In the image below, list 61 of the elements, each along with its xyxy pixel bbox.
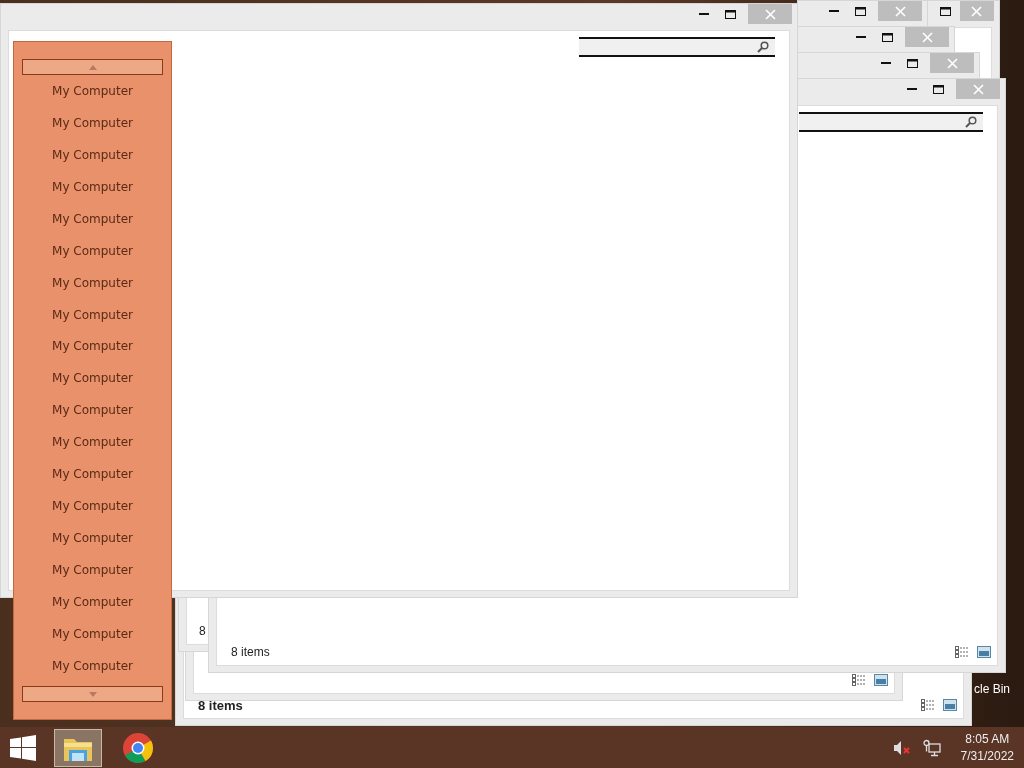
muted-speaker-icon[interactable]	[892, 739, 911, 756]
menu-item[interactable]: My Computer	[52, 147, 133, 162]
menu-item[interactable]: My Computer	[52, 115, 133, 130]
menu-item[interactable]: My Computer	[52, 83, 133, 98]
close-icon	[921, 31, 933, 43]
menu-item[interactable]: My Computer	[52, 594, 133, 609]
menu-item[interactable]: My Computer	[52, 211, 133, 226]
minimize-icon	[906, 87, 917, 91]
details-view-icon[interactable]	[921, 699, 935, 711]
maximize-icon	[882, 32, 893, 42]
close-icon	[972, 83, 984, 95]
menu-item[interactable]: My Computer	[52, 179, 133, 194]
item-count: 8 items	[198, 697, 243, 713]
menu-item[interactable]: My Computer	[52, 275, 133, 290]
maximize-icon	[933, 84, 944, 94]
maximize-icon	[939, 6, 951, 16]
taskbar-button[interactable]	[54, 728, 102, 767]
clock[interactable]: 8:05 AM 7/31/2022	[960, 730, 1014, 765]
minimize-icon	[828, 9, 839, 13]
minimize-icon	[855, 35, 866, 39]
minimize-icon	[880, 61, 891, 65]
menu-item[interactable]: My Computer	[52, 371, 133, 386]
caret-down-icon	[88, 691, 97, 697]
clock-time: 8:05 AM	[965, 730, 1010, 748]
close-icon	[764, 8, 776, 20]
close-icon	[946, 57, 958, 69]
menu-item[interactable]: My Computer	[52, 658, 133, 673]
menu-item[interactable]: My Computer	[52, 626, 133, 641]
menu-item[interactable]: My Computer	[52, 499, 133, 514]
thumbnail-view-icon[interactable]	[977, 646, 991, 658]
menu-item[interactable]: My Computer	[52, 339, 133, 354]
search-icon	[965, 116, 977, 128]
desktop-icon-label[interactable]: cle Bin	[974, 682, 1011, 696]
item-count: 8	[199, 624, 206, 638]
menu-item[interactable]: My Computer	[52, 435, 133, 450]
close-icon	[971, 5, 983, 17]
start-icon[interactable]	[10, 734, 36, 761]
maximize-icon	[855, 6, 866, 16]
maximize-icon	[725, 9, 736, 19]
menu-item[interactable]: My Computer	[52, 531, 133, 546]
menu-item[interactable]: My Computer	[52, 467, 133, 482]
menu-item[interactable]: My Computer	[52, 307, 133, 322]
browser-icon	[122, 731, 154, 764]
caret-up-icon	[88, 64, 97, 70]
network-icon[interactable]	[922, 738, 941, 757]
scroll-down-button[interactable]	[22, 686, 163, 702]
search-field[interactable]	[799, 112, 983, 132]
thumbnail-view-icon[interactable]	[943, 699, 957, 711]
menu-item[interactable]: My Computer	[52, 563, 133, 578]
close-icon	[894, 5, 906, 17]
item-count: 8 items	[231, 645, 270, 659]
search-field[interactable]	[579, 37, 775, 57]
scroll-up-button[interactable]	[22, 59, 163, 75]
search-icon	[757, 41, 769, 53]
maximize-icon	[907, 58, 918, 68]
details-view-icon[interactable]	[955, 646, 969, 658]
menu-item[interactable]: My Computer	[52, 243, 133, 258]
thumbnail-view-icon[interactable]	[874, 674, 888, 686]
clock-date: 7/31/2022	[960, 747, 1014, 765]
menu-item[interactable]: My Computer	[52, 403, 133, 418]
details-view-icon[interactable]	[852, 674, 866, 686]
